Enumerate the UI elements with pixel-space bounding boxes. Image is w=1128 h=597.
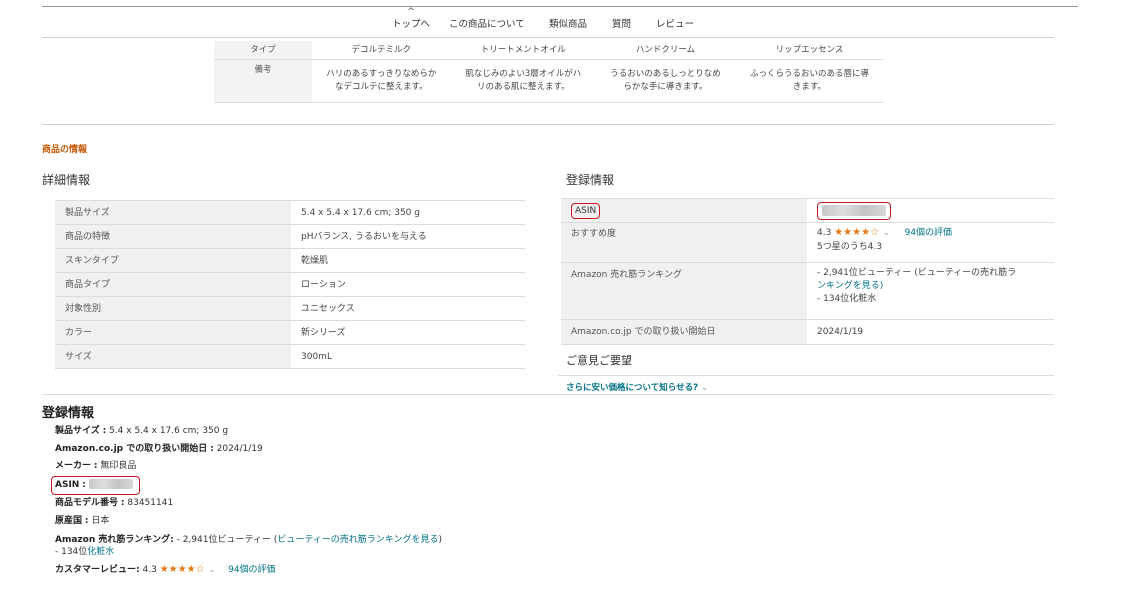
list-item: Amazon.co.jp での取り扱い開始日 : 2024/1/19 [55, 443, 263, 454]
spec-key: 商品の特徴 [55, 224, 291, 249]
cheaper-price-link[interactable]: さらに安い価格について知らせる? ⌄ [566, 381, 708, 393]
asin-value-cell [807, 198, 1054, 223]
feedback-heading: ご意見ご要望 [566, 354, 632, 367]
spec-key: スキンタイプ [55, 248, 291, 273]
list-item: カスタマーレビュー: 4.3 ★★★★☆ ⌄ 94個の評価 [55, 563, 276, 575]
spec-key: Amazon 売れ筋ランキング [561, 262, 807, 320]
asin-highlight: ASIN : [51, 475, 140, 496]
registration-info-table: ASIN おすすめ度 4.3 ★★★★☆ ⌄ 94個の評価 5つ星のうち4.3 A… [561, 198, 1054, 345]
review-count-link[interactable]: 94個の評価 [228, 565, 275, 575]
spec-key: Amazon.co.jp での取り扱い開始日 [561, 319, 807, 345]
chevron-up-icon: ^ [407, 7, 415, 17]
comparison-type-cell: ハンドクリーム [595, 41, 735, 60]
detail-info-table: 製品サイズ 5.4 x 5.4 x 17.6 cm; 350 g 商品の特徴 pHバ… [55, 200, 525, 369]
chevron-down-icon[interactable]: ⌄ [883, 228, 890, 237]
comparison-table: タイプ デコルテミルク トリートメントオイル ハンドクリーム リップエッセンス … [214, 41, 884, 103]
spec-value: 乾燥肌 [291, 248, 525, 273]
ranking-link[interactable]: ビューティーの売れ筋ランキングを見る [277, 535, 438, 545]
chevron-down-icon: ⌄ [700, 383, 709, 393]
list-item: ASIN : [51, 475, 442, 496]
spec-key: カラー [55, 320, 291, 345]
spec-key: おすすめ度 [561, 222, 807, 263]
spec-value: ローション [291, 272, 525, 297]
comparison-note-cell: ふっくらうるおいのある唇に導 きます。 [734, 59, 884, 103]
star-icon[interactable]: ★★★★☆ [160, 564, 205, 575]
spec-value: 300mL [291, 344, 525, 369]
asin-key-cell: ASIN [561, 198, 807, 223]
detail-info-heading: 詳細情報 [42, 173, 91, 187]
ranking-cell: - 2,941位ビューティー (ビューティーの売れ筋ラ ンキングを見る) - 1… [807, 262, 1054, 320]
comparison-note-cell: 肌なじみのよい3層オイルがハ リのある肌に整えます。 [450, 59, 596, 103]
nav-similar-products[interactable]: 類似商品 [549, 16, 587, 30]
list-item: 商品モデル番号 : 83451141 [55, 498, 174, 509]
registration-info-heading: 登録情報 [566, 173, 615, 187]
top-divider [42, 6, 1078, 7]
asin-value-highlight [817, 201, 891, 220]
section-divider [42, 394, 1054, 395]
spec-key: サイズ [55, 344, 291, 369]
comparison-note-cell: ハリのあるすっきりなめらか なデコルテに整えます。 [312, 59, 451, 103]
list-item: 製品サイズ : 5.4 x 5.4 x 17.6 cm; 350 g [55, 426, 229, 436]
product-info-heading: 商品の情報 [42, 145, 88, 155]
spec-value: 新シリーズ [291, 320, 525, 345]
category-link[interactable]: 化粧水 [87, 547, 114, 557]
asin-label-highlight: ASIN [571, 202, 601, 219]
chevron-down-icon[interactable]: ⌄ [209, 565, 216, 574]
comparison-row-label: 備考 [214, 59, 312, 103]
list-item: 原産国 : 日本 [55, 515, 110, 526]
comparison-type-cell: リップエッセンス [734, 41, 884, 60]
comparison-note-cell: うるおいのあるしっとりなめ らかな手に導きます。 [595, 59, 735, 103]
comparison-type-cell: トリートメントオイル [450, 41, 596, 60]
rating-cell: 4.3 ★★★★☆ ⌄ 94個の評価 5つ星のうち4.3 [807, 222, 1054, 263]
spec-key: 製品サイズ [55, 200, 291, 225]
product-nav-bar: ^ トップへ この商品について 類似商品 質問 レビュー [0, 8, 1128, 38]
spec-value: 5.4 x 5.4 x 17.6 cm; 350 g [291, 200, 525, 225]
comparison-type-cell: デコルテミルク [312, 41, 451, 60]
feedback-divider [558, 375, 1054, 376]
list-item: Amazon 売れ筋ランキング: - 2,941位ビューティー (ビューティーの… [55, 534, 443, 545]
redacted-asin [822, 204, 886, 216]
nav-top-link[interactable]: ^ トップへ [392, 7, 430, 31]
registration-info-heading-2: 登録情報 [42, 406, 95, 421]
spec-key: 商品タイプ [55, 272, 291, 297]
ranking-link[interactable]: ンキングを見る) [817, 281, 883, 291]
nav-about-product[interactable]: この商品について [449, 16, 525, 30]
section-divider [42, 124, 1054, 125]
star-icon[interactable]: ★★★★☆ [834, 227, 879, 238]
registration-bullet-list: 製品サイズ : 5.4 x 5.4 x 17.6 cm; 350 g Amazo… [51, 423, 443, 579]
rating-text: 5つ星のうち4.3 [817, 242, 883, 252]
spec-value: 2024/1/19 [807, 319, 1054, 345]
list-item: メーカー : 無印良品 [55, 461, 137, 472]
comparison-row-label: タイプ [214, 41, 312, 60]
nav-reviews[interactable]: レビュー [656, 16, 694, 30]
spec-key: 対象性別 [55, 296, 291, 321]
nav-questions[interactable]: 質問 [612, 16, 631, 30]
spec-value: ユニセックス [291, 296, 525, 321]
spec-value: pHバランス, うるおいを与える [291, 224, 525, 249]
list-item: - 134位化粧水 [55, 546, 115, 557]
review-count-link[interactable]: 94個の評価 [905, 228, 952, 238]
redacted-asin [88, 479, 133, 490]
nav-divider [42, 37, 1054, 38]
